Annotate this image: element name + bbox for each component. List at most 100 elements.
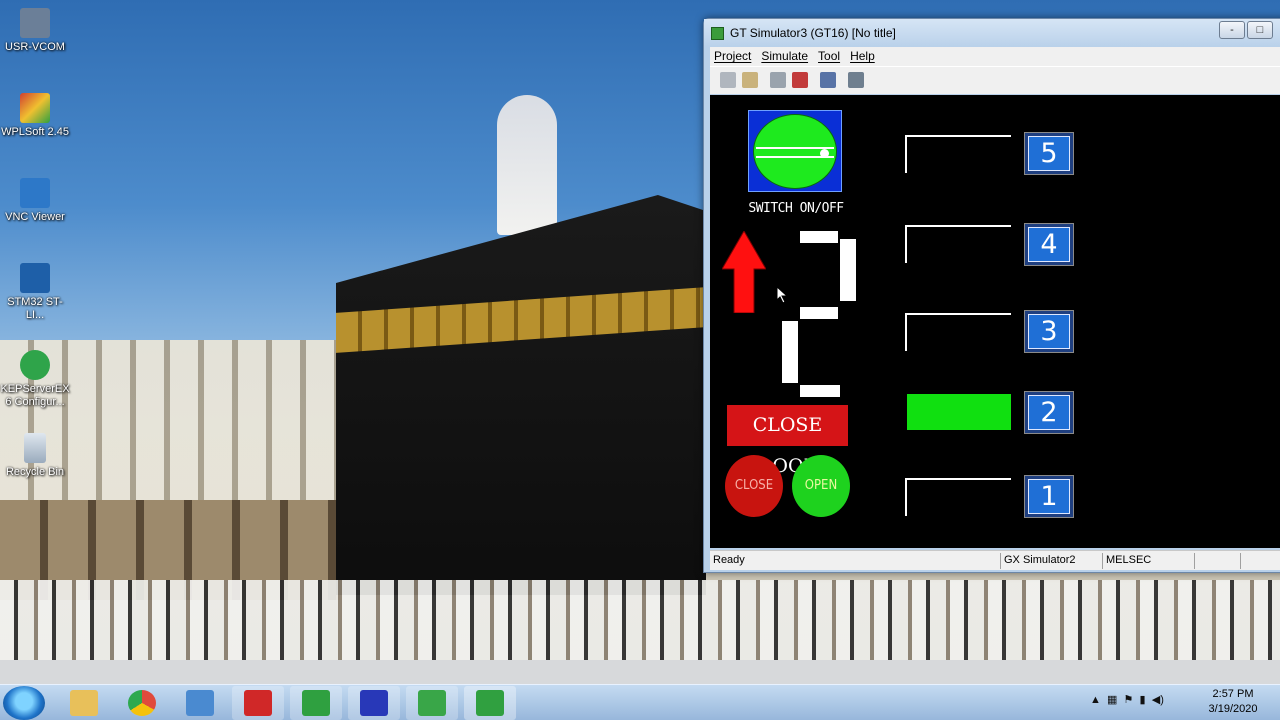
desktop-icon-kepserver[interactable]: KEPServerEX 6 Configur... [0,350,70,409]
floor-5-door [905,135,1011,173]
open-lamp[interactable]: OPEN [792,455,850,517]
app-icon [711,27,724,40]
switch-indicator [753,114,837,189]
desktop-icon-recycle-bin[interactable]: Recycle Bin [0,433,70,479]
desktop-icon-label: VNC Viewer [5,211,65,223]
clock-time: 2:57 PM [1212,688,1254,700]
menu-project[interactable]: Project [710,47,757,63]
desktop-icon-label: WPLSoft 2.45 [1,126,69,138]
desktop-icon-label: KEPServerEX 6 Configur... [0,383,70,408]
menu-bar: Project Simulate Tool Help [710,47,1280,66]
open-icon[interactable] [720,72,736,88]
status-empty-1 [1194,553,1240,569]
taskbar-gt-simulator3[interactable] [464,686,516,720]
stm32-icon [20,263,50,293]
device-icon[interactable] [770,72,786,88]
gt-designer-icon [302,690,330,716]
status-ready: Ready [713,554,745,566]
desktop-icon-wplsoft[interactable]: WPLSoft 2.45 [0,93,70,139]
window-title: GT Simulator3 (GT16) [No title] [730,26,896,40]
gt-simulator-icon [360,690,388,716]
desktop-icon-stm32[interactable]: STM32 ST-LI... [0,263,70,322]
switch-label: SWITCH ON/OFF [748,201,844,216]
close-door-button[interactable]: CLOSE DOOR [727,405,848,477]
status-empty-2 [1240,553,1280,569]
switch-knob [820,149,829,158]
floor-2-door-open [907,394,1011,430]
file-explorer-icon [70,690,98,716]
desktop-icon-label: Recycle Bin [5,466,65,478]
floor-5-button[interactable]: 5 [1024,132,1074,175]
taskbar-gx-works[interactable] [232,686,284,720]
taskbar-file-explorer[interactable] [58,686,110,720]
minimize-button[interactable]: - [1219,21,1245,39]
volume-icon[interactable]: ◀) [1152,694,1164,706]
seg-a [800,231,838,243]
taskbar: ▲ ▦ ⚑ ▮ ◀) 2:57 PM 3/19/2020 [0,684,1280,720]
seg-d [800,385,840,397]
floor-5-label: 5 [1028,136,1070,171]
hmi-screen: SWITCH ON/OFF CLOSE DOOR CLOSE OPEN 5 4 … [710,95,1280,548]
floor-4-door [905,225,1011,263]
floor-1-door [905,478,1011,516]
menu-help[interactable]: Help [846,47,881,63]
switch-on-off-button[interactable] [748,110,842,192]
recycle-bin-icon [24,433,46,463]
taskbar-gt-simulator[interactable] [348,686,400,720]
network-icon [186,690,214,716]
status-bar: Ready GX Simulator2 MELSEC [710,550,1280,570]
usr-vcom-icon [20,8,50,38]
signal-icon[interactable]: ▮ [1140,694,1146,706]
floor-3-button[interactable]: 3 [1024,310,1074,353]
show-hidden-icons-icon[interactable]: ▲ [1090,694,1101,706]
taskbar-network[interactable] [174,686,226,720]
desktop-icon-label: STM32 ST-LI... [7,296,63,321]
action-center-icon[interactable]: ⚑ [1124,694,1134,706]
desktop-icon-usr-vcom[interactable]: USR-VCOM [0,8,70,54]
desktop-icon-vnc-viewer[interactable]: VNC Viewer [0,178,70,224]
desktop-icon-label: USR-VCOM [5,41,65,53]
floor-3-label: 3 [1028,314,1070,349]
list-icon[interactable] [820,72,836,88]
network-tray-icon[interactable]: ▦ [1107,694,1117,706]
floor-2-button[interactable]: 2 [1024,391,1074,434]
mouse-cursor-icon [777,287,789,303]
seg-e [782,321,798,383]
floor-4-label: 4 [1028,227,1070,262]
menu-simulate[interactable]: Simulate [757,47,814,63]
wallpaper-kaaba [336,195,706,595]
clock-date: 3/19/2020 [1208,703,1258,715]
floor-2-label: 2 [1028,395,1070,430]
floor-4-button[interactable]: 4 [1024,223,1074,266]
chrome-icon [128,690,156,716]
window-titlebar[interactable]: GT Simulator3 (GT16) [No title] - □ [704,19,1280,47]
toolbar [710,66,1280,94]
gx-works-icon [244,690,272,716]
wallpaper-minaret [497,95,557,235]
gt-simulator-window: GT Simulator3 (GT16) [No title] - □ Proj… [703,18,1280,573]
seg-g [800,307,838,319]
gx-simulator-icon [418,690,446,716]
taskbar-clock[interactable]: 2:57 PM 3/19/2020 [1188,687,1278,717]
options-icon[interactable] [848,72,864,88]
gt-simulator3-icon [476,690,504,716]
taskbar-gx-simulator[interactable] [406,686,458,720]
close-lamp[interactable]: CLOSE [725,455,783,517]
maximize-button[interactable]: □ [1247,21,1273,39]
floor-1-button[interactable]: 1 [1024,475,1074,518]
save-icon[interactable] [742,72,758,88]
menu-tool[interactable]: Tool [814,47,846,63]
vnc-viewer-icon [20,178,50,208]
start-button[interactable] [3,686,45,720]
stop-icon[interactable] [792,72,808,88]
floor-1-label: 1 [1028,479,1070,514]
wallpaper-floor [0,660,1280,684]
wplsoft-icon [20,93,50,123]
up-arrow-icon [722,231,766,313]
status-plc: MELSEC [1102,553,1194,569]
system-tray: ▲ ▦ ⚑ ▮ ◀) [1090,693,1164,706]
seg-b [840,239,856,301]
taskbar-gt-designer[interactable] [290,686,342,720]
taskbar-chrome[interactable] [116,686,168,720]
kepserver-icon [20,350,50,380]
